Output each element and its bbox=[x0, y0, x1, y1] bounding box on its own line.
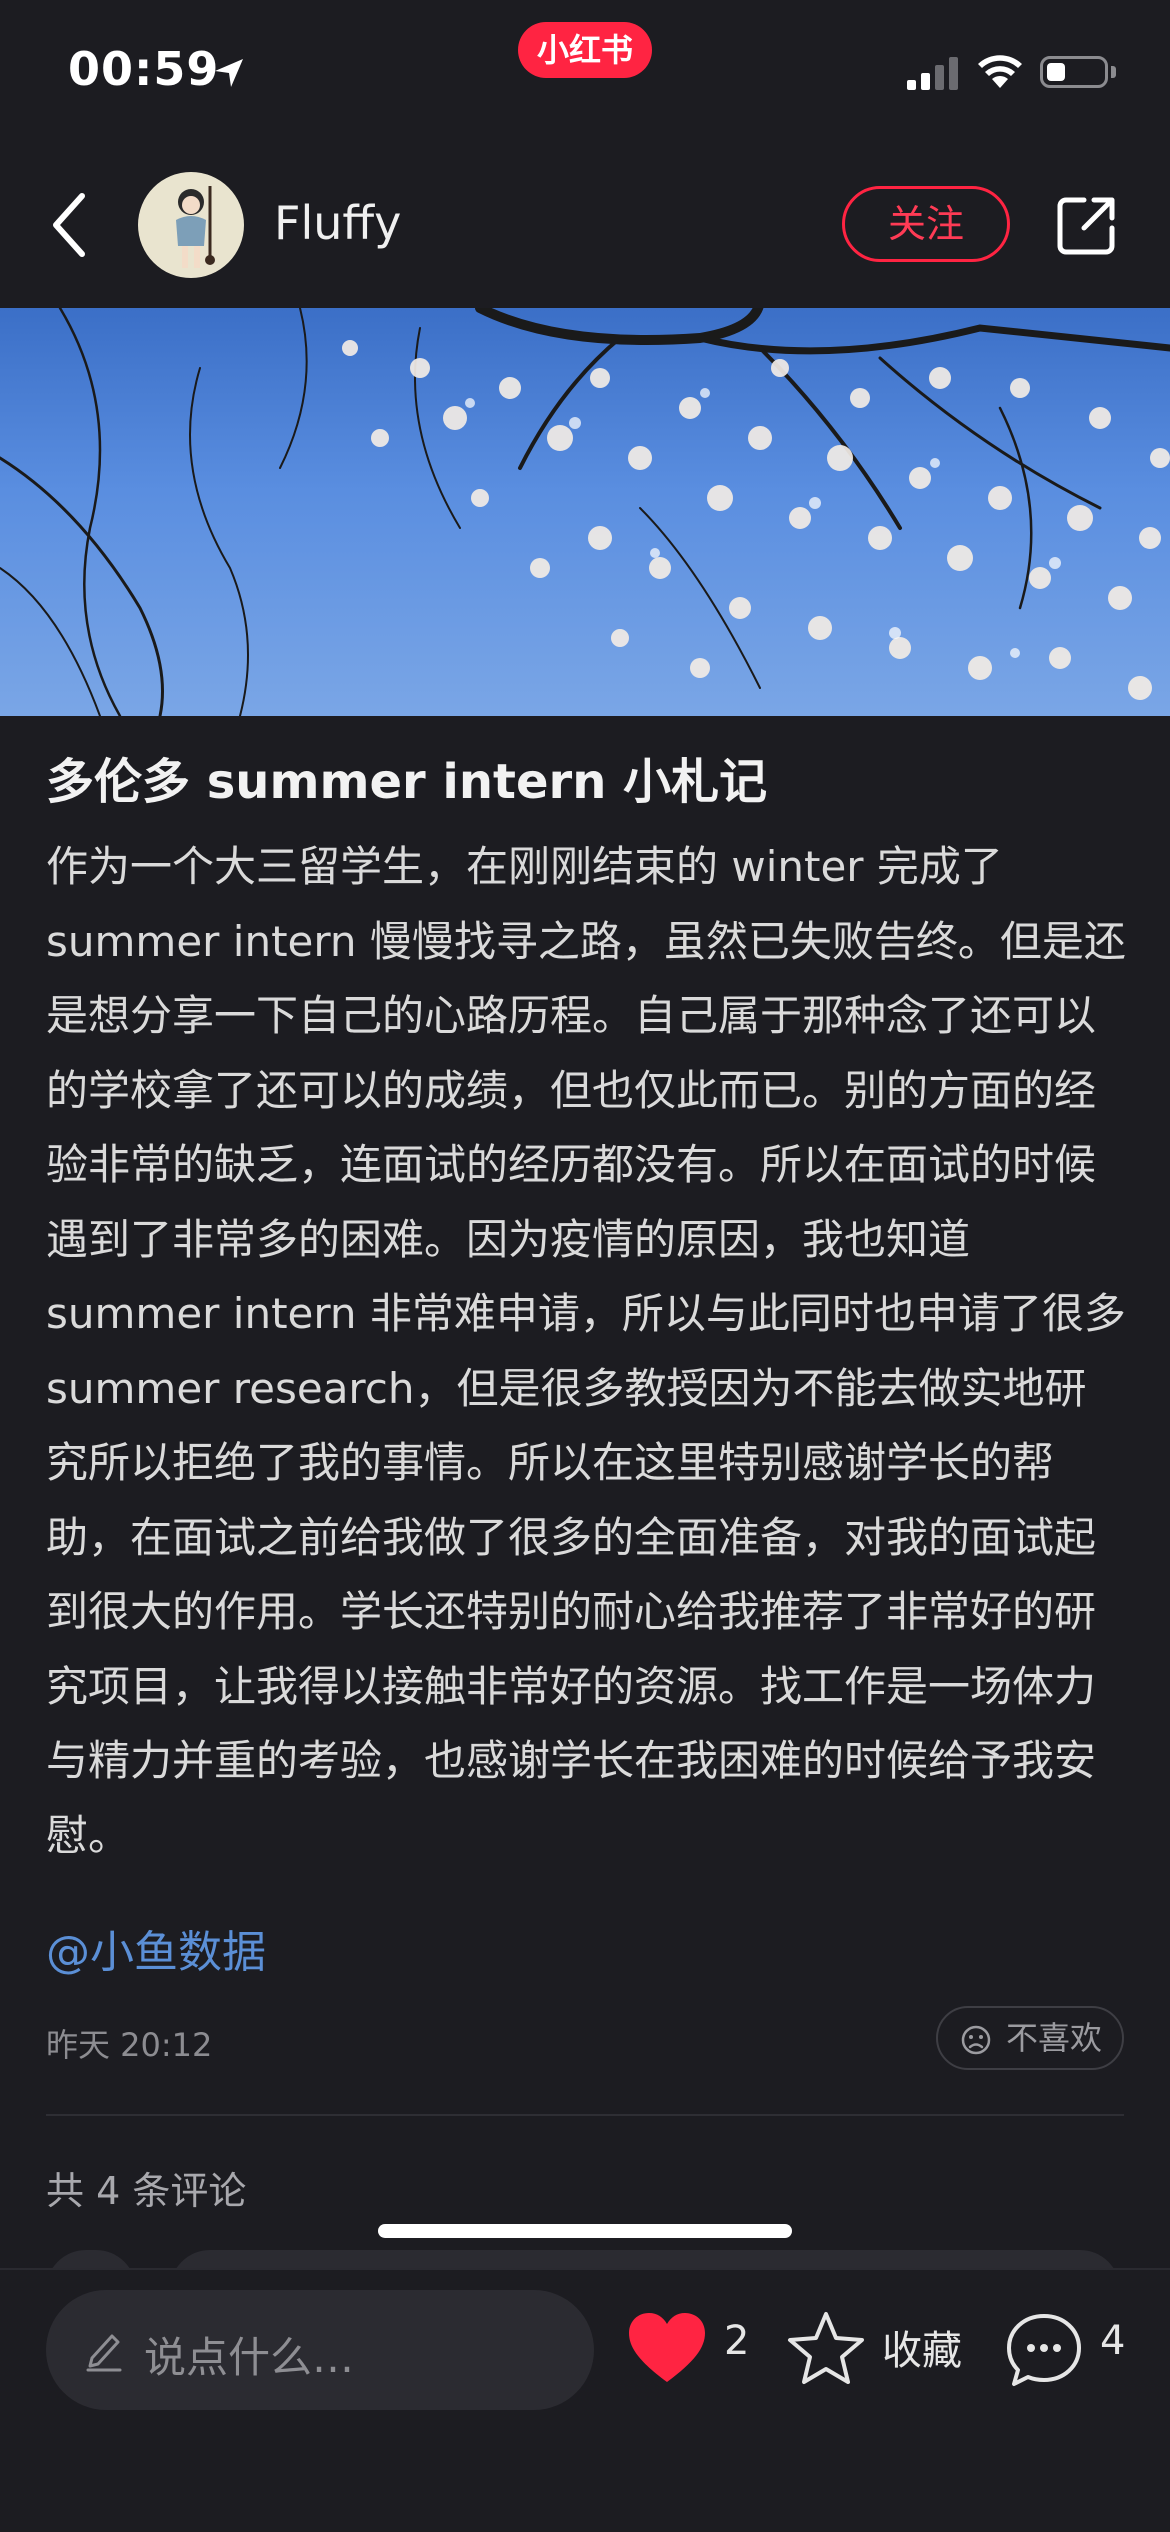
status-time: 00:59 bbox=[68, 42, 220, 96]
username[interactable]: Fluffy bbox=[274, 196, 401, 250]
post-title: 多伦多 summer intern 小札记 bbox=[46, 754, 768, 810]
post-date: 昨天 20:12 bbox=[46, 2026, 213, 2064]
like-count: 2 bbox=[724, 2318, 750, 2364]
cellular-signal-icon bbox=[907, 57, 958, 90]
comment-count-header: 共 4 条评论 bbox=[46, 2169, 247, 2213]
post-header: Fluffy 关注 bbox=[0, 160, 1170, 290]
star-icon[interactable] bbox=[786, 2310, 866, 2386]
location-arrow-icon bbox=[215, 59, 243, 87]
battery-icon bbox=[1040, 56, 1108, 88]
back-icon[interactable] bbox=[46, 190, 96, 260]
xiaohongshu-logo: 小红书 bbox=[518, 22, 652, 78]
cherry-blossom-photo bbox=[0, 308, 1170, 716]
follow-button[interactable]: 关注 bbox=[842, 186, 1010, 262]
home-indicator[interactable] bbox=[378, 2224, 792, 2238]
comment-count: 4 bbox=[1100, 2318, 1126, 2364]
pen-icon bbox=[86, 2334, 122, 2372]
heart-icon[interactable] bbox=[626, 2310, 708, 2386]
sad-face-icon bbox=[961, 2025, 991, 2055]
divider bbox=[46, 2114, 1124, 2116]
post-image[interactable] bbox=[0, 308, 1170, 716]
battery-tip bbox=[1111, 66, 1116, 78]
dislike-button[interactable]: 不喜欢 bbox=[936, 2006, 1124, 2070]
status-bar: 00:59 小红书 bbox=[0, 0, 1170, 150]
bottom-action-bar: 说点什么… 2 收藏 4 bbox=[0, 2268, 1170, 2532]
comment-bubble-icon[interactable] bbox=[1004, 2310, 1084, 2390]
comment-input[interactable]: 说点什么… bbox=[46, 2290, 594, 2410]
dislike-label: 不喜欢 bbox=[1006, 2019, 1103, 2057]
share-icon[interactable] bbox=[1054, 194, 1118, 258]
post-body: 作为一个大三留学生，在刚刚结束的 winter 完成了 summer inter… bbox=[46, 842, 1126, 1860]
collect-label: 收藏 bbox=[882, 2328, 962, 2374]
mention-link[interactable]: @小鱼数据 bbox=[46, 1916, 266, 1980]
avatar-illustration bbox=[176, 186, 215, 268]
comment-input-placeholder: 说点什么… bbox=[144, 2333, 355, 2382]
wifi-icon bbox=[978, 55, 1022, 88]
avatar[interactable] bbox=[138, 172, 244, 278]
